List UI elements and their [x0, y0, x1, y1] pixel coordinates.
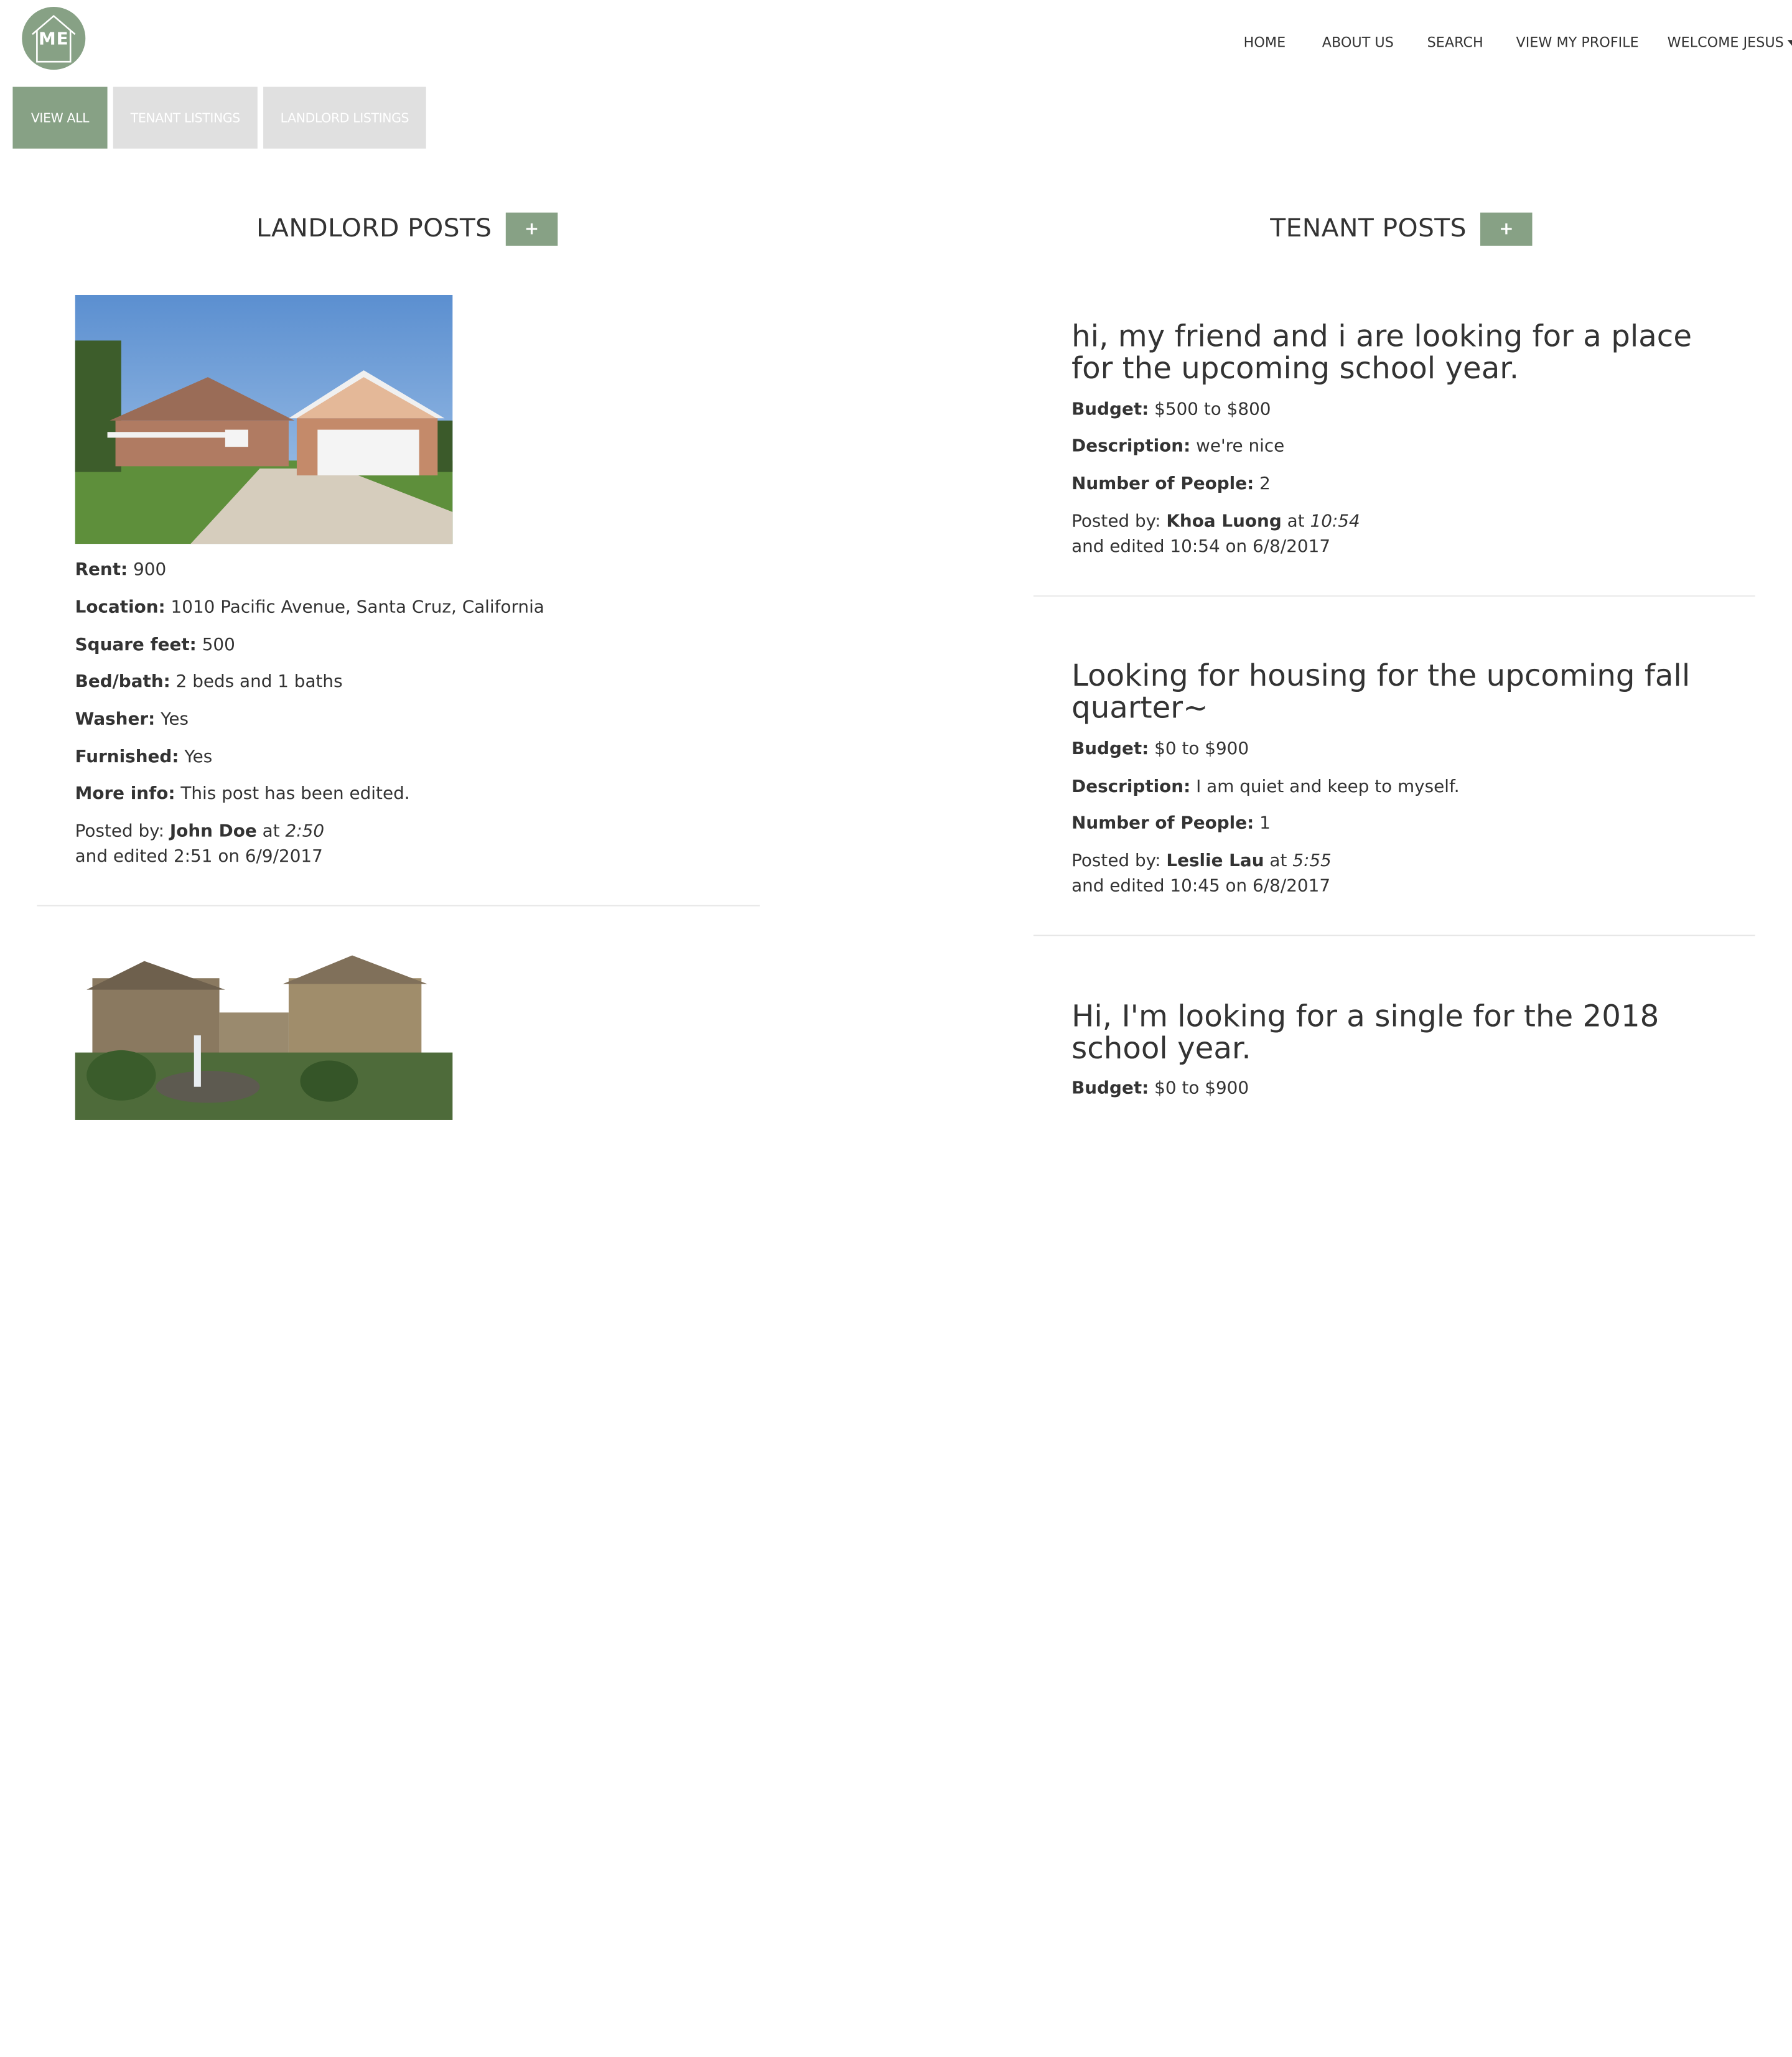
author-name[interactable]: John Doe	[170, 821, 257, 841]
author-name[interactable]: Khoa Luong	[1166, 511, 1281, 531]
add-landlord-post-button[interactable]: +	[505, 212, 558, 245]
nav-search-link[interactable]: SEARCH	[1427, 34, 1483, 50]
location-value: 1010 Pacific Avenue, Santa Cruz, Califor…	[170, 596, 544, 617]
bed-bath-value: 2 beds and 1 baths	[175, 671, 343, 692]
welcome-label: WELCOME JESUS	[1667, 34, 1784, 50]
budget-value: $0 to $900	[1154, 1078, 1249, 1099]
rent-field: Rent: 900	[75, 559, 167, 580]
square-feet-value: 500	[202, 634, 235, 655]
page: ME HOME ABOUT US SEARCH VIEW MY PROFILE …	[0, 0, 1792, 2057]
description-value: I am quiet and keep to myself.	[1196, 776, 1460, 797]
post-time: 5:55	[1292, 850, 1332, 871]
post-time: 10:54	[1310, 511, 1360, 532]
bed-bath-field: Bed/bath: 2 beds and 1 baths	[75, 671, 343, 692]
posted-by-line: Posted by: Khoa Luong at 10:54	[1071, 511, 1360, 532]
caret-down-icon	[1787, 40, 1792, 46]
posted-by-line: Posted by: John Doe at 2:50	[75, 820, 325, 841]
tenant-post-title: Hi, I'm looking for a single for the 201…	[1071, 1000, 1659, 1066]
posted-by-line: Posted by: Leslie Lau at 5:55	[1071, 850, 1332, 871]
tenant-listings-button[interactable]: TENANT LISTINGS	[113, 86, 258, 149]
budget-field: Budget: $0 to $900	[1071, 738, 1249, 759]
view-all-button[interactable]: VIEW ALL	[12, 86, 108, 149]
mansion-photo	[75, 944, 453, 1120]
description-value: we're nice	[1196, 435, 1285, 456]
edited-value: 10:54 on 6/8/2017	[1170, 536, 1331, 557]
square-feet-field: Square feet: 500	[75, 634, 235, 655]
landlord-posts-header: LANDLORD POSTS +	[256, 212, 558, 246]
people-field: Number of People: 1	[1071, 812, 1271, 833]
people-value: 2	[1259, 473, 1271, 494]
house-photo	[75, 294, 453, 544]
tenant-divider	[1033, 595, 1755, 597]
tenant-post-title: hi, my friend and i are looking for a pl…	[1071, 320, 1692, 386]
washer-value: Yes	[161, 708, 189, 729]
tenant-divider	[1033, 935, 1755, 936]
edited-value: 10:45 on 6/8/2017	[1170, 875, 1331, 896]
people-field: Number of People: 2	[1071, 473, 1271, 494]
more-info-field: More info: This post has been edited.	[75, 783, 410, 804]
landlord-listings-button[interactable]: LANDLORD LISTINGS	[263, 86, 426, 149]
nav-profile-link[interactable]: VIEW MY PROFILE	[1516, 34, 1639, 50]
root: ME HOME ABOUT US SEARCH VIEW MY PROFILE …	[0, 0, 1792, 1120]
budget-field: Budget: $0 to $900	[1071, 1078, 1249, 1099]
tenant-posts-title: TENANT POSTS	[1270, 214, 1467, 243]
budget-value: $0 to $900	[1154, 738, 1249, 759]
rent-value: 900	[133, 559, 167, 580]
post-time: 2:50	[285, 820, 325, 841]
location-field: Location: 1010 Pacific Avenue, Santa Cru…	[75, 596, 544, 617]
edited-line: and edited 2:51 on 6/9/2017	[75, 846, 323, 867]
budget-value: $500 to $800	[1154, 399, 1271, 420]
nav-home-link[interactable]: HOME	[1244, 34, 1286, 50]
landlord-posts-title: LANDLORD POSTS	[256, 214, 492, 243]
budget-field: Budget: $500 to $800	[1071, 399, 1271, 420]
more-info-value: This post has been edited.	[180, 783, 410, 804]
people-value: 1	[1259, 812, 1271, 833]
description-field: Description: we're nice	[1071, 435, 1285, 456]
top-nav: HOME ABOUT US SEARCH VIEW MY PROFILE WEL…	[0, 34, 1792, 52]
author-name[interactable]: Leslie Lau	[1166, 851, 1264, 871]
furnished-field: Furnished: Yes	[75, 746, 213, 767]
landlord-divider	[37, 905, 760, 907]
edited-value: 2:51 on 6/9/2017	[173, 846, 323, 867]
nav-about-link[interactable]: ABOUT US	[1322, 34, 1394, 50]
tenant-posts-header: TENANT POSTS +	[1270, 212, 1533, 246]
washer-field: Washer: Yes	[75, 708, 189, 729]
add-tenant-post-button[interactable]: +	[1480, 212, 1533, 245]
tenant-post-title: Looking for housing for the upcoming fal…	[1071, 659, 1691, 726]
furnished-value: Yes	[184, 746, 213, 767]
welcome-dropdown[interactable]: WELCOME JESUS	[1668, 34, 1792, 50]
description-field: Description: I am quiet and keep to myse…	[1071, 776, 1460, 797]
edited-line: and edited 10:45 on 6/8/2017	[1071, 875, 1331, 896]
edited-line: and edited 10:54 on 6/8/2017	[1071, 536, 1331, 557]
